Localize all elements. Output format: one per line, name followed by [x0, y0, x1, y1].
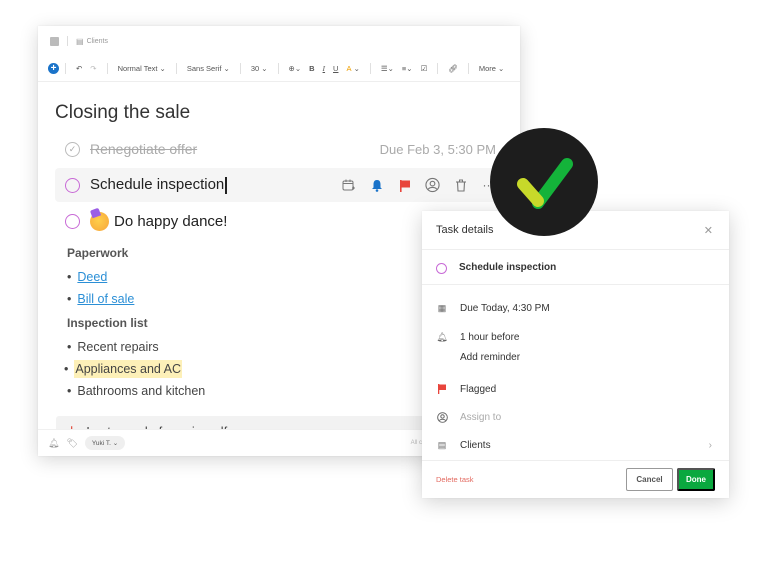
font-size-dropdown[interactable]: 30 ⌄ [251, 64, 268, 73]
font-size-label: 30 [250, 64, 260, 73]
more-dropdown[interactable]: More ⌄ [479, 64, 504, 73]
link-icon[interactable]: 🔗︎ [448, 64, 458, 73]
font-label: Sans Serif [186, 64, 222, 73]
divider [106, 63, 108, 74]
task-due-date: Due Feb 3, 5:30 PM [379, 141, 496, 157]
flag-icon [436, 384, 448, 394]
due-date-row[interactable]: ▦ Due Today, 4:30 PM [422, 298, 729, 318]
party-face-emoji-icon [90, 211, 109, 231]
highlight-button[interactable]: A ⌄ [346, 64, 359, 73]
user-name: Yuki T. [91, 440, 111, 447]
more-label: More [478, 64, 496, 73]
task-label: Renegotiate offer [90, 141, 198, 157]
add-reminder-bell-icon[interactable]: 🔔︎ [48, 438, 59, 449]
delete-task-button[interactable]: Delete task [436, 475, 474, 484]
notebook-icon: ▤ [76, 36, 84, 46]
underline-button[interactable]: U [333, 64, 338, 73]
bell-icon: 🔔︎ [436, 331, 448, 342]
text-style-label: Normal Text [117, 64, 158, 73]
insert-plus-icon[interactable]: + [48, 63, 59, 74]
due-date-calendar-icon[interactable] [341, 178, 356, 193]
task-checkbox[interactable] [65, 213, 80, 229]
assign-row[interactable]: Assign to [422, 407, 729, 427]
assign-user-icon[interactable] [425, 177, 440, 193]
note-title[interactable]: Closing the sale [55, 102, 504, 124]
divider [277, 63, 279, 74]
done-button[interactable]: Done [677, 468, 715, 491]
divider [437, 63, 439, 74]
assign-user-icon [436, 411, 448, 423]
divider [67, 36, 68, 46]
panel-body: ▦ Due Today, 4:30 PM 🔔︎ 1 hour before Ad… [422, 285, 729, 455]
task-item-active[interactable]: Schedule inspection ··· [55, 168, 504, 202]
divider [239, 63, 241, 74]
breadcrumb-notebook[interactable]: Clients [87, 38, 108, 45]
text-cursor [225, 176, 227, 194]
assign-placeholder: Assign to [460, 411, 502, 423]
calendar-icon: ▦ [437, 302, 447, 313]
numbered-list-icon[interactable]: ≡⌄ [402, 64, 413, 73]
notebook-label: Clients [460, 439, 491, 451]
notebook-row[interactable]: ▤ Clients › [422, 435, 729, 455]
panel-footer: Delete task Cancel Done [422, 460, 729, 498]
add-reminder-label[interactable]: Add reminder [460, 352, 520, 363]
divider [369, 63, 371, 74]
notebook-icon: ▤ [437, 439, 447, 450]
bill-of-sale-link[interactable]: Bill of sale [77, 292, 134, 306]
close-icon[interactable]: ✕ [704, 224, 713, 237]
checkmark-icon [517, 158, 573, 209]
editor-topbar: ▤ Clients [38, 26, 520, 56]
reminder-label: 1 hour before [460, 331, 520, 343]
bullet-list-icon[interactable]: ☰⌄ [381, 64, 394, 73]
panel-task-row: Schedule inspection [422, 250, 729, 285]
highlight-icon: A [346, 64, 352, 73]
list-item-text: Bathrooms and kitchen [77, 384, 206, 398]
checklist-icon[interactable]: ☑ [421, 64, 428, 73]
divider [65, 63, 66, 74]
italic-button[interactable]: I [323, 64, 326, 73]
task-checkbox[interactable] [436, 263, 447, 274]
completed-check-icon[interactable]: ✓ [65, 141, 80, 157]
flag-row[interactable]: Flagged [422, 379, 729, 399]
task-label-text: Schedule inspection [90, 176, 225, 194]
redo-icon[interactable]: ↷ [90, 64, 96, 73]
add-reminder-row[interactable]: Add reminder [422, 347, 729, 367]
insert-circle-plus-icon[interactable]: ⊕⌄ [289, 64, 302, 73]
format-toolbar: + ↶ ↷ Normal Text ⌄ Sans Serif ⌄ 30 ⌄ ⊕⌄… [38, 56, 520, 82]
list-item-text: Recent repairs [77, 340, 159, 354]
user-dropdown[interactable]: Yuki T. ⌄ [84, 436, 126, 450]
bold-button[interactable]: B [309, 64, 314, 73]
task-label: Do happy dance! [114, 212, 228, 230]
task-checkbox[interactable] [65, 177, 80, 193]
deed-link[interactable]: Deed [77, 270, 107, 284]
text-style-dropdown[interactable]: Normal Text ⌄ [118, 64, 166, 73]
task-details-panel: Task details ✕ Schedule inspection ▦ Due… [422, 211, 729, 498]
reminder-row[interactable]: 🔔︎ 1 hour before [422, 327, 729, 347]
list-item-text: Appliances and AC [74, 360, 183, 378]
reminder-bell-icon[interactable] [369, 178, 384, 193]
font-dropdown[interactable]: Sans Serif ⌄ [187, 64, 230, 73]
cancel-button[interactable]: Cancel [626, 468, 673, 491]
trash-icon[interactable] [453, 178, 468, 193]
panel-title: Task details [436, 224, 494, 236]
due-date-label: Due Today, 4:30 PM [460, 302, 550, 314]
expand-icon[interactable] [50, 36, 59, 46]
panel-task-name[interactable]: Schedule inspection [459, 262, 556, 273]
task-item[interactable]: ✓ Renegotiate offer Due Feb 3, 5:30 PM [55, 136, 504, 162]
flag-label: Flagged [460, 383, 497, 395]
flag-icon[interactable] [397, 178, 412, 193]
task-actions: ··· [341, 177, 496, 193]
divider [467, 63, 469, 74]
divider [175, 63, 177, 74]
checkmark-badge [490, 128, 598, 236]
chevron-right-icon: › [708, 439, 712, 451]
undo-icon[interactable]: ↶ [76, 64, 82, 73]
add-tag-icon[interactable]: 🏷︎ [66, 438, 77, 449]
task-label: Schedule inspection [90, 176, 227, 194]
